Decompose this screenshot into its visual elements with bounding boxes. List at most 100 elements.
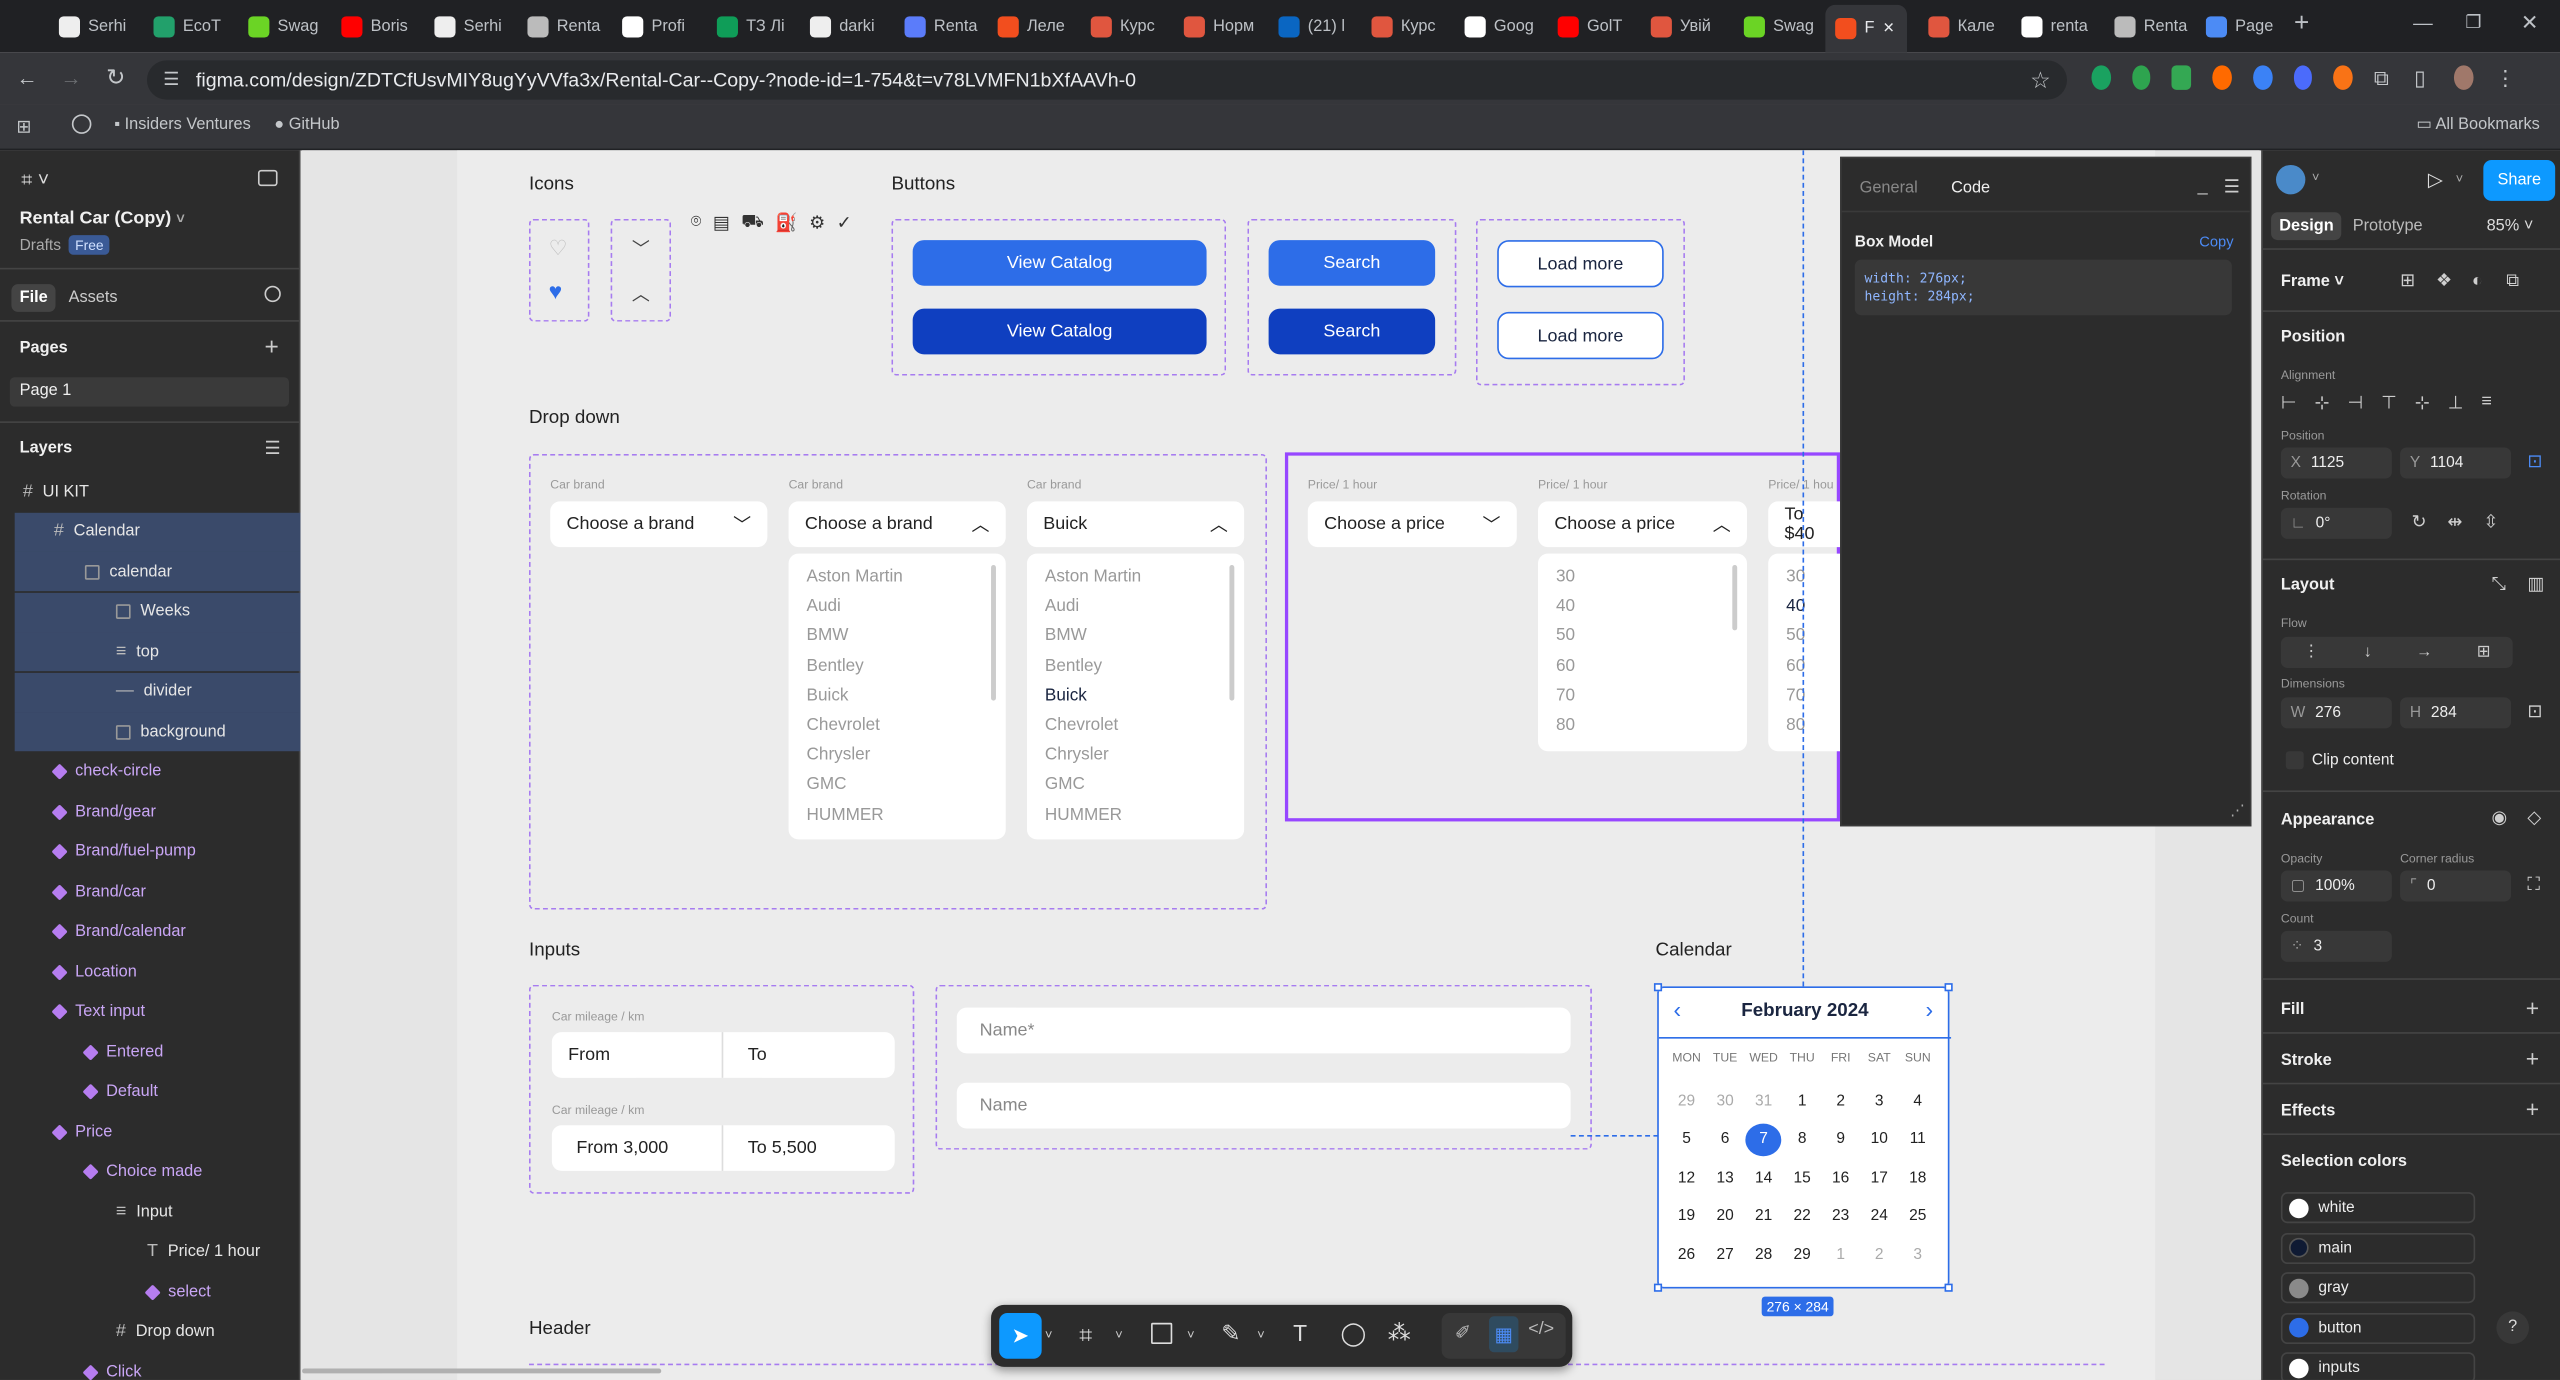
dropdown-option[interactable]: BMW [1045, 621, 1226, 651]
move-tool-icon[interactable]: ➤ [999, 1313, 1042, 1359]
layer-item[interactable]: background [14, 712, 301, 752]
back-icon[interactable]: ← [16, 65, 37, 89]
extension-icon[interactable] [2091, 65, 2111, 90]
calendar-day[interactable]: 1 [1823, 1239, 1859, 1272]
all-bookmarks[interactable]: ▭ All Bookmarks [2416, 116, 2539, 134]
calendar-day[interactable]: 26 [1669, 1239, 1705, 1272]
width-field[interactable]: W 276 [2280, 697, 2392, 729]
restore-icon[interactable]: ❐ [2465, 11, 2481, 33]
extension-icon[interactable] [2131, 65, 2151, 90]
layer-item[interactable]: # Calendar [14, 511, 301, 552]
play-icon[interactable]: ▷ [2428, 168, 2443, 191]
layer-item[interactable]: Default [0, 1072, 300, 1111]
browser-tab[interactable]: Курс [1090, 8, 1169, 44]
browser-tab[interactable]: renta [2021, 8, 2099, 44]
layer-item[interactable]: check-circle [0, 752, 300, 791]
price-list[interactable]: 30 40 50 60 70 80 [1538, 553, 1747, 752]
extension-icon[interactable] [2212, 65, 2232, 90]
calendar-day[interactable]: 14 [1746, 1162, 1782, 1195]
scrollbar[interactable] [991, 565, 996, 701]
chevron-icons-group[interactable]: ﹀ ︿ [610, 218, 672, 322]
layer-item[interactable]: Price [0, 1112, 300, 1151]
browser-tab[interactable]: Serhi [58, 8, 137, 44]
calendar-day[interactable]: 3 [1900, 1239, 1936, 1272]
search-button-hover[interactable]: Search [1268, 308, 1436, 355]
align-top-icon[interactable]: ⊤ [2381, 392, 2397, 414]
dropdown-option[interactable]: 80 [1556, 710, 1729, 740]
visibility-eye-icon[interactable]: ◉ [2492, 809, 2508, 828]
calendar-day[interactable]: 9 [1823, 1124, 1859, 1157]
calendar-day[interactable]: 20 [1707, 1201, 1743, 1234]
mask-icon[interactable]: ◐ [2472, 272, 2483, 291]
chevron-down-icon[interactable]: ˅ [1115, 1328, 1123, 1343]
calendar-day[interactable]: 24 [1861, 1201, 1897, 1234]
calendar-day[interactable]: 27 [1707, 1239, 1743, 1272]
layer-item[interactable]: calendar [14, 551, 301, 592]
mileage-from-field[interactable]: From [552, 1032, 724, 1078]
layer-item[interactable]: Choice made [0, 1152, 300, 1191]
grid-icon[interactable]: ⊞ [2400, 272, 2415, 291]
load-more-button-hover[interactable]: Load more [1497, 311, 1664, 360]
chevron-down-icon[interactable]: ˅ [1187, 1328, 1195, 1343]
calendar-day[interactable]: 6 [1707, 1124, 1743, 1157]
layer-item[interactable]: Click [0, 1352, 300, 1380]
browser-tab[interactable]: Леле [997, 8, 1076, 44]
dropdown-option[interactable]: Aston Martin [1045, 562, 1226, 592]
flow-freeform-icon[interactable]: ⋮ [2303, 643, 2319, 661]
reload-icon[interactable]: ↻ [106, 64, 125, 92]
dropdown-option[interactable]: HUMMER [1045, 800, 1226, 830]
calendar-day[interactable]: 3 [1861, 1086, 1897, 1119]
layer-item[interactable]: — divider [14, 672, 301, 712]
dropdown-option[interactable]: Audi [1045, 592, 1226, 622]
next-month-icon[interactable]: › [1925, 996, 1933, 1022]
calendar-day[interactable]: 12 [1669, 1162, 1705, 1195]
copy-button[interactable]: Copy [2199, 234, 2233, 250]
calendar-day[interactable]: 1 [1784, 1086, 1820, 1119]
dropdown-option[interactable]: 70 [1556, 681, 1729, 711]
search-button[interactable]: Search [1268, 240, 1436, 286]
flow-wrap-icon[interactable]: ⊞ [2477, 643, 2491, 661]
align-right-icon[interactable]: ⊣ [2348, 392, 2364, 414]
close-window-icon[interactable]: ✕ [2521, 10, 2539, 36]
browser-tab[interactable]: Swag [1743, 8, 1822, 44]
globe-icon[interactable] [71, 114, 92, 134]
browser-tab[interactable]: (21) l [1278, 8, 1356, 44]
zoom-level[interactable]: 85% ˅ [2487, 217, 2534, 235]
add-page-icon[interactable]: + [264, 333, 278, 361]
selection-color-swatch[interactable]: main [2280, 1232, 2476, 1264]
independent-corners-icon[interactable]: ⛶ [2527, 876, 2540, 895]
page-item[interactable]: Page 1 [9, 377, 289, 407]
layer-item[interactable]: Weeks [14, 591, 301, 632]
drafts-label[interactable]: Drafts [20, 237, 61, 255]
price-dropdown-open[interactable]: Choose a price ︿ [1538, 501, 1747, 548]
chevron-down-icon[interactable]: ˅ [2312, 170, 2320, 185]
minimize-icon[interactable]: — [2413, 11, 2433, 34]
calendar-day[interactable]: 7 [1745, 1124, 1782, 1157]
selection-color-swatch[interactable]: gray [2280, 1272, 2476, 1304]
layer-item[interactable]: Text input [0, 992, 300, 1031]
dropdown-option[interactable]: 30 [1556, 562, 1729, 592]
tab-design[interactable]: Design [2271, 212, 2342, 241]
browser-tab[interactable]: Serhi [434, 8, 512, 44]
blend-mode-icon[interactable]: ◇ [2527, 809, 2541, 828]
calendar-day[interactable]: 16 [1823, 1162, 1859, 1195]
add-fill-icon[interactable]: + [2526, 995, 2539, 1021]
auto-layout-icon[interactable]: ⤡ [2492, 576, 2506, 594]
calendar-day[interactable]: 2 [1861, 1239, 1897, 1272]
minimize-panel-icon[interactable]: _ [2198, 176, 2208, 196]
browser-tab[interactable]: GolT [1557, 8, 1636, 44]
design-mode-icon[interactable]: ▦ [1489, 1316, 1519, 1353]
sidebar-toggle-icon[interactable] [257, 169, 278, 187]
extension-icon[interactable] [2333, 65, 2353, 90]
mileage-from-field[interactable]: From 3,000 [552, 1125, 724, 1171]
rotation-field[interactable]: ∟ 0° [2280, 507, 2392, 539]
browser-tab[interactable]: Курс [1371, 8, 1449, 44]
bookmark-insiders[interactable]: ▪ Insiders Ventures [114, 116, 250, 134]
side-panel-icon[interactable]: ▯ [2414, 65, 2433, 89]
x-field[interactable]: X 1125 [2280, 447, 2392, 479]
flow-selector[interactable]: ⋮ ↓ → ⊞ [2280, 636, 2513, 668]
address-bar[interactable]: ☰ figma.com/design/ZDTCfUsvMIY8ugYyVVfa3… [146, 60, 2067, 100]
brand-dropdown-selected[interactable]: Buick ︿ [1026, 501, 1245, 548]
component-icon[interactable]: ❖ [2436, 272, 2452, 291]
calendar-day[interactable]: 29 [1784, 1239, 1820, 1272]
